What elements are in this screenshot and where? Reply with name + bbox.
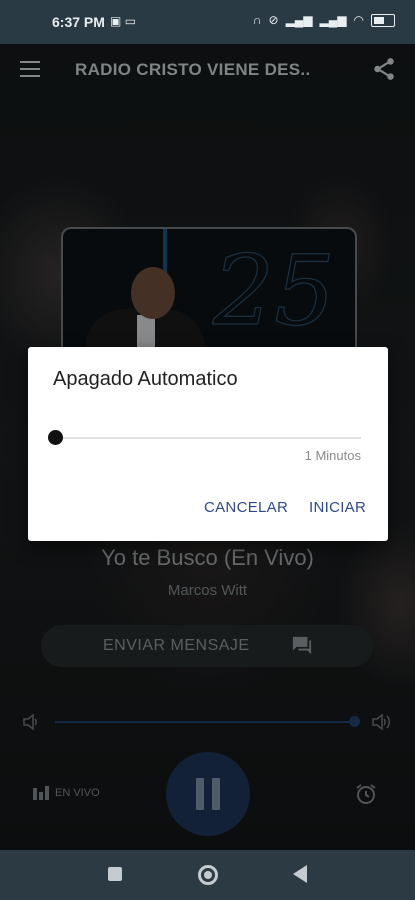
home-icon[interactable]	[198, 865, 218, 885]
status-bar: 6:37 PM ▣ ▭ ∩ ⊘ ▂▄▆ ▂▄▆ ◠	[0, 0, 415, 44]
timer-slider-track[interactable]	[55, 437, 361, 439]
signal-icon: ▂▄▆	[285, 13, 313, 27]
battery-icon	[371, 13, 395, 27]
timer-slider-thumb[interactable]	[48, 430, 63, 445]
system-nav-bar	[0, 850, 415, 900]
cancel-button[interactable]: CANCELAR	[204, 499, 288, 516]
wifi-icon: ◠	[353, 13, 364, 27]
timer-value-label: 1 Minutos	[304, 448, 361, 463]
do-not-disturb-icon: ⊘	[268, 13, 279, 27]
headphones-icon: ∩	[252, 13, 262, 27]
back-icon[interactable]	[293, 865, 307, 883]
status-left-icons: ▣ ▭	[110, 14, 136, 28]
dialog-title: Apagado Automatico	[53, 368, 238, 390]
message-icon: ▣	[110, 14, 122, 28]
laptop-icon: ▭	[124, 14, 137, 28]
status-time: 6:37 PM	[52, 14, 105, 30]
status-right-icons: ∩ ⊘ ▂▄▆ ▂▄▆ ◠	[253, 13, 395, 27]
sleep-timer-dialog: Apagado Automatico 1 Minutos CANCELAR IN…	[28, 347, 388, 541]
recents-icon[interactable]	[108, 867, 122, 881]
start-button[interactable]: INICIAR	[309, 499, 366, 516]
signal-icon: ▂▄▆	[319, 13, 347, 27]
